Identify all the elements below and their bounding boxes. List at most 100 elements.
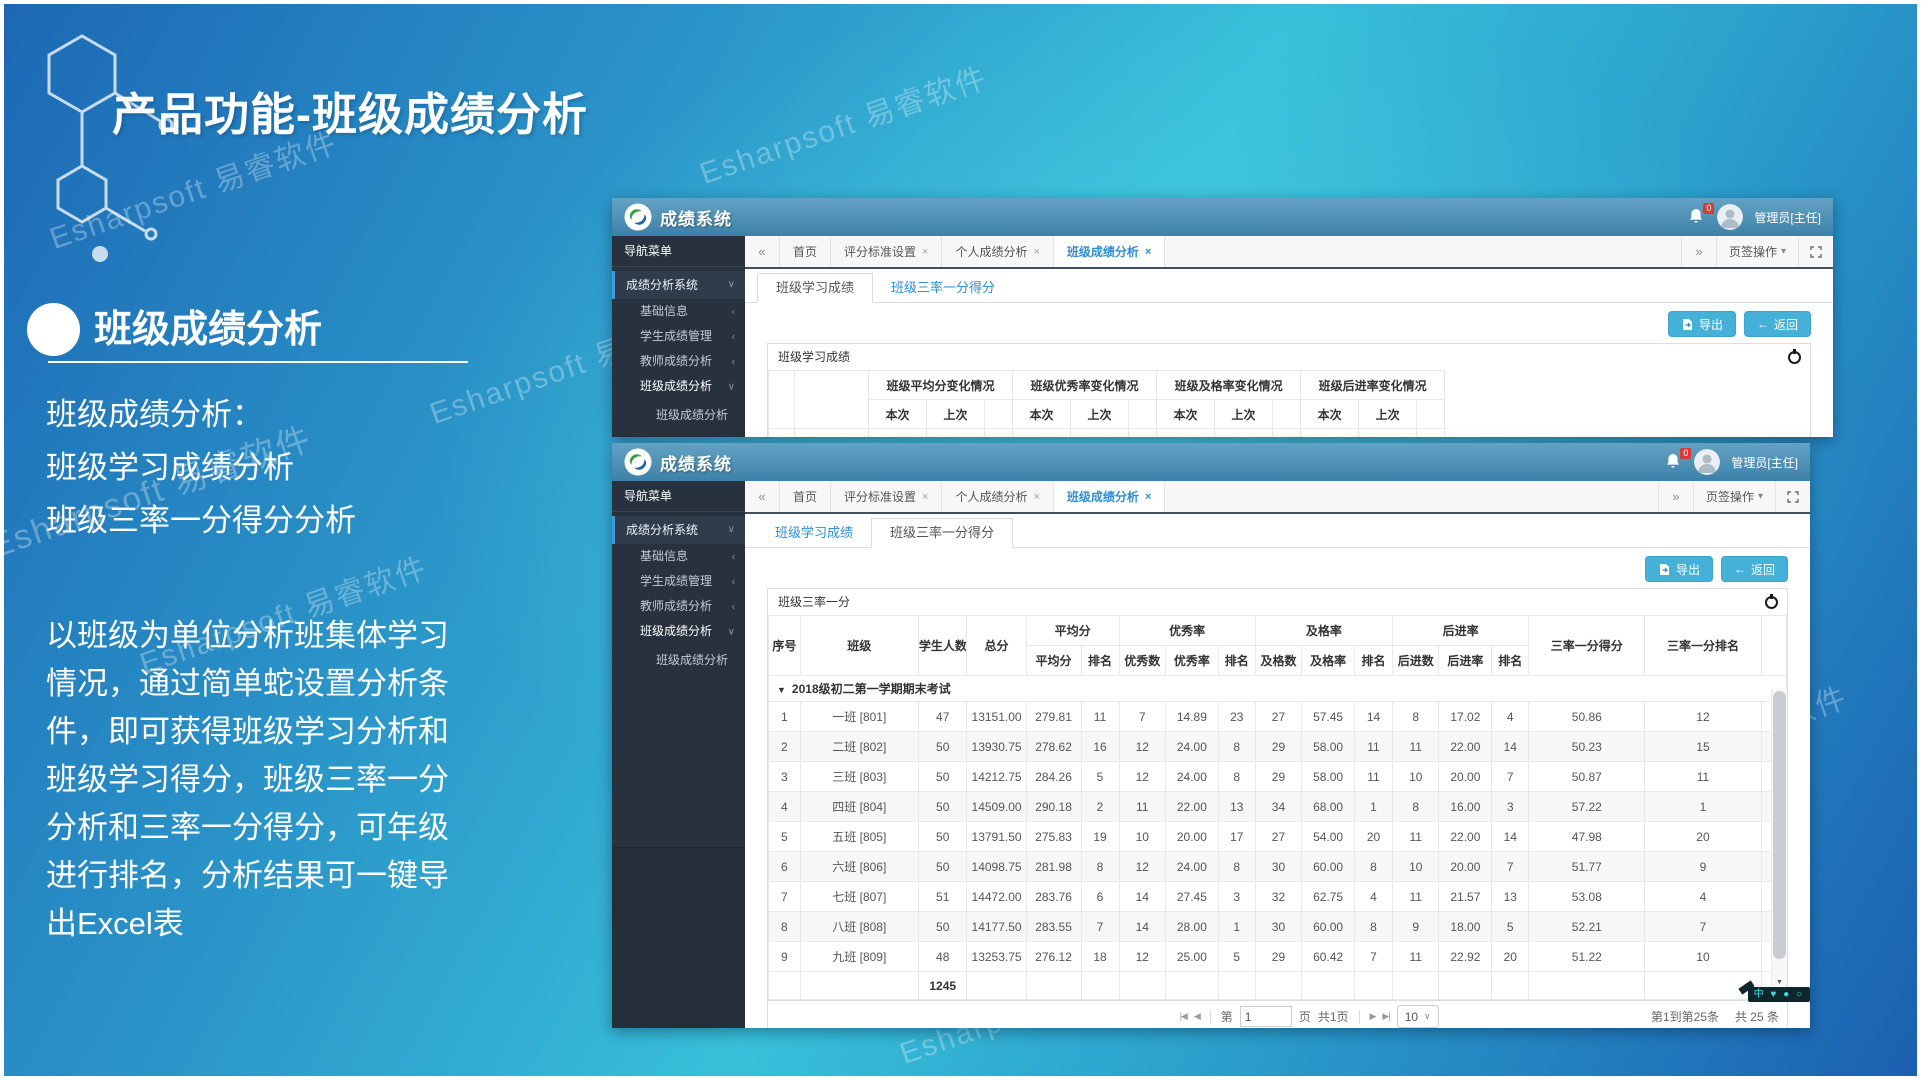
cell: 14	[1119, 882, 1165, 912]
intro-text: 班级成绩分析： 班级学习成绩分析 班级三率一分得分分析	[46, 388, 356, 547]
sidebar-item-score-analysis-system[interactable]: 成绩分析系统 ∨	[612, 271, 745, 299]
exam-group-row[interactable]: ▼2018级初二第一学期期末考试	[769, 676, 1787, 702]
cell: 30	[1255, 912, 1301, 942]
table-row[interactable]: 4四班 [804]5014509.00290.1821122.00133468.…	[769, 792, 1787, 822]
user-avatar[interactable]	[1717, 204, 1743, 230]
prev-page-icon[interactable]: ◀	[1194, 1011, 1200, 1022]
sidebar-item-teacher-score-analysis[interactable]: 教师成绩分析 ‹	[612, 594, 745, 619]
notification-bell-icon[interactable]: 0	[1688, 208, 1706, 227]
page-number-input[interactable]	[1240, 1006, 1292, 1027]
close-icon[interactable]: ×	[1033, 246, 1039, 258]
cell: 13930.75	[967, 732, 1026, 762]
subtab-three-rates-score[interactable]: 班级三率一分得分	[873, 274, 1013, 302]
table-row[interactable]: 3三班 [803]5014212.75284.2651224.0082958.0…	[769, 762, 1787, 792]
ime-toolbar[interactable]: 中 ♥ ● ○	[1748, 987, 1810, 1002]
column-group-header: 优秀率	[1119, 616, 1255, 646]
tab-score-standard[interactable]: 评分标准设置×	[831, 481, 942, 512]
settings-icon[interactable]	[1788, 351, 1801, 364]
user-name[interactable]: 管理员[主任]	[1754, 209, 1821, 226]
sidebar-item-label: 成绩分析系统	[626, 278, 698, 292]
cell: 54.00	[1302, 822, 1355, 852]
subtab-three-rates-score[interactable]: 班级三率一分得分	[871, 518, 1013, 548]
last-page-icon[interactable]: ▶|	[1382, 1011, 1389, 1022]
cell: 58.00	[1302, 762, 1355, 792]
column-header: 三率一分排名	[1645, 616, 1761, 676]
table-row[interactable]: 5五班 [805]5013791.50275.83191020.00172754…	[769, 822, 1787, 852]
close-icon[interactable]: ×	[1145, 246, 1151, 258]
sidebar-item-basic-info[interactable]: 基础信息 ‹	[612, 299, 745, 324]
back-button[interactable]: ← 返回	[1744, 311, 1811, 337]
cell: 16	[1081, 732, 1119, 762]
cell: 17	[1218, 822, 1255, 852]
cell: 30	[1255, 852, 1301, 882]
page-size-select[interactable]: 10 ∨	[1397, 1005, 1439, 1028]
tab-home[interactable]: 首页	[780, 481, 831, 512]
export-button[interactable]: 导出	[1668, 311, 1736, 337]
tabs-scroll-right-icon[interactable]: »	[1658, 481, 1693, 512]
table-row[interactable]: 2二班 [802]5013930.75278.62161224.0082958.…	[769, 732, 1787, 762]
close-icon[interactable]: ×	[922, 246, 928, 258]
sidebar-item-score-analysis-system[interactable]: 成绩分析系统 ∨	[612, 516, 745, 544]
cell: 14	[1492, 732, 1529, 762]
sidebar-footer	[612, 847, 745, 1028]
scrollbar-down-arrow-icon[interactable]: ▼	[1772, 979, 1787, 986]
cell: 七班 [807]	[800, 882, 918, 912]
sidebar-item-basic-info[interactable]: 基础信息 ‹	[612, 544, 745, 569]
table-row[interactable]: 9九班 [809]4813253.75276.12181225.0052960.…	[769, 942, 1787, 972]
tabs-scroll-left-icon[interactable]: «	[745, 481, 780, 512]
settings-icon[interactable]	[1765, 596, 1778, 609]
cell: 276.12	[1026, 942, 1081, 972]
cell: 47	[918, 702, 967, 732]
close-icon[interactable]: ×	[1033, 491, 1039, 503]
next-page-icon[interactable]: ▶	[1370, 1011, 1376, 1022]
first-page-icon[interactable]: |◀	[1180, 1011, 1187, 1022]
sidebar-item-teacher-score-analysis[interactable]: 教师成绩分析 ‹	[612, 349, 745, 374]
tab-personal-score-analysis[interactable]: 个人成绩分析×	[942, 236, 1053, 267]
cell: 9	[769, 942, 801, 972]
subtab-class-study-score[interactable]: 班级学习成绩	[757, 273, 873, 303]
fullscreen-icon[interactable]	[1775, 481, 1810, 512]
tab-operations-dropdown[interactable]: 页签操作▾	[1716, 236, 1798, 267]
sidebar-item-class-score-analysis[interactable]: 班级成绩分析 ∨	[612, 374, 745, 399]
cell: 27	[1255, 702, 1301, 732]
user-avatar[interactable]	[1694, 449, 1720, 475]
cell: 10	[1393, 852, 1439, 882]
table-row[interactable]: 8八班 [808]5014177.50283.5571428.0013060.0…	[769, 912, 1787, 942]
cell: 24.00	[1165, 852, 1218, 882]
sidebar-item-class-score-analysis[interactable]: 班级成绩分析 ∨	[612, 619, 745, 644]
tab-personal-score-analysis[interactable]: 个人成绩分析×	[942, 481, 1053, 512]
tab-ops-label: 页签操作	[1706, 488, 1754, 505]
sidebar-subitem-class-score-analysis[interactable]: 班级成绩分析	[612, 402, 745, 428]
tab-class-score-analysis[interactable]: 班级成绩分析×	[1054, 236, 1165, 267]
vertical-scrollbar[interactable]: ▼	[1771, 689, 1787, 986]
tabs-scroll-right-icon[interactable]: »	[1681, 236, 1716, 267]
tabs-scroll-left-icon[interactable]: «	[745, 236, 780, 267]
close-icon[interactable]: ×	[1145, 491, 1151, 503]
back-button[interactable]: ← 返回	[1721, 556, 1788, 582]
tab-class-score-analysis[interactable]: 班级成绩分析×	[1054, 481, 1165, 512]
export-button[interactable]: 导出	[1645, 556, 1713, 582]
tab-score-standard[interactable]: 评分标准设置×	[831, 236, 942, 267]
cell: 11	[1645, 762, 1761, 792]
subtab-class-study-score[interactable]: 班级学习成绩	[757, 519, 871, 547]
sidebar-subitem-class-score-analysis[interactable]: 班级成绩分析	[612, 647, 745, 673]
tab-operations-dropdown[interactable]: 页签操作▾	[1693, 481, 1775, 512]
cell: 14509.00	[967, 792, 1026, 822]
close-icon[interactable]: ×	[922, 491, 928, 503]
table-row[interactable]: 7七班 [807]5114472.00283.7661427.4533262.7…	[769, 882, 1787, 912]
fullscreen-icon[interactable]	[1798, 236, 1833, 267]
table-row[interactable]: 6六班 [806]5014098.75281.9881224.0083060.0…	[769, 852, 1787, 882]
cell: 57.45	[1302, 702, 1355, 732]
scrollbar-thumb[interactable]	[1773, 691, 1786, 959]
tab-home[interactable]: 首页	[780, 236, 831, 267]
user-name[interactable]: 管理员[主任]	[1731, 454, 1798, 471]
sidebar-item-student-score-mgmt[interactable]: 学生成绩管理 ‹	[612, 569, 745, 594]
notification-bell-icon[interactable]: 0	[1665, 453, 1683, 472]
column-group-header: 班级优秀率变化情况	[1013, 371, 1157, 400]
chevron-down-icon: ∨	[728, 619, 735, 644]
column-header: 班级	[800, 616, 918, 676]
table-row[interactable]: 1一班 [801]4713151.00279.8111714.89232757.…	[769, 702, 1787, 732]
cell: 12	[1119, 732, 1165, 762]
app-window-front: 成绩系统 0 管理员[主任] 导航菜单 成绩分析系统 ∨ 基础信息 ‹	[612, 443, 1810, 1028]
sidebar-item-student-score-mgmt[interactable]: 学生成绩管理 ‹	[612, 324, 745, 349]
